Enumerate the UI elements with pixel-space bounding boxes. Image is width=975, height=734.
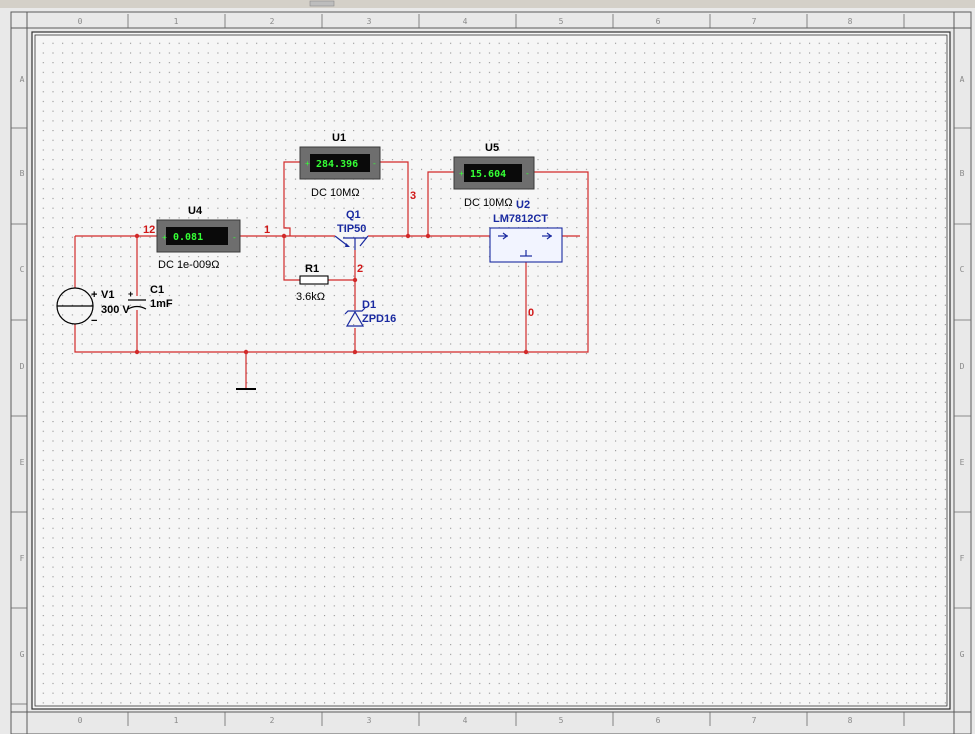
ruler-row-label: B [20,169,25,178]
u1-minus-terminal: - [372,159,377,168]
ruler-col-label: 1 [174,17,179,26]
net-label-3: 3 [410,190,416,202]
r1-resistor[interactable] [299,275,329,285]
u5-reading: 15.604 [470,169,506,180]
v1-ref-label: V1 [101,289,114,301]
schematic-sheet[interactable]: 0 1 2 3 4 5 6 7 8 0 1 2 3 4 5 6 7 8 A B … [0,0,975,734]
ruler-row-label: E [20,458,25,467]
r1-value-label: 3.6kΩ [296,291,325,303]
u5-minus-terminal: - [525,169,530,178]
c1-plus-sign: + [128,289,133,299]
dot-grid [36,36,946,705]
ruler-col-label: 3 [367,17,372,26]
ruler-row-label: C [20,265,25,274]
u2-ref-label: U2 [516,199,530,211]
u1-ref-label: U1 [332,132,346,144]
r1-ref-label: R1 [305,263,319,275]
ruler-col-label: 2 [270,17,275,26]
ruler-col-label: 0 [78,716,83,725]
ruler-col-label: 8 [848,716,853,725]
net-label-12: 12 [143,224,155,236]
u4-minus-terminal: - [232,233,237,242]
ruler-col-label: 5 [559,716,564,725]
u1-reading: 284.396 [316,159,358,170]
ruler-row-label: A [960,75,965,84]
d1-part-label: ZPD16 [362,313,396,325]
ruler-row-label: C [960,265,965,274]
net-label-0: 0 [528,307,534,319]
ruler-col-label: 4 [463,17,468,26]
u4-reading: 0.081 [173,232,203,243]
ruler-col-label: 6 [656,716,661,725]
ruler-col-label: 4 [463,716,468,725]
ruler-row-label: E [960,458,965,467]
ruler-col-label: 6 [656,17,661,26]
v1-minus-sign: − [91,315,97,327]
u1-mode-label: DC 10MΩ [311,187,360,199]
ruler-row-label: B [960,169,965,178]
ruler-row-label: D [20,362,25,371]
u4-plus-terminal: + [162,233,167,242]
ruler-row-label: D [960,362,965,371]
u5-plus-terminal: + [459,169,464,178]
u4-ref-label: U4 [188,205,203,217]
ruler-col-label: 3 [367,716,372,725]
ruler-col-label: 5 [559,17,564,26]
ruler-row-label: F [20,554,25,563]
v1-value-label: 300 V [101,304,130,316]
u2-part-label: LM7812CT [493,213,548,225]
ruler-row-label: G [20,650,25,659]
net-label-2: 2 [357,263,363,275]
u5-ref-label: U5 [485,142,499,154]
ruler-col-label: 1 [174,716,179,725]
ruler-row-label: F [960,554,965,563]
c1-ref-label: C1 [150,284,164,296]
ruler-col-label: 7 [752,716,757,725]
u5-mode-label: DC 10MΩ [464,197,513,209]
ruler-row-label: G [960,650,965,659]
ruler-col-label: 7 [752,17,757,26]
c1-value-label: 1mF [150,298,173,310]
top-scrollbar[interactable] [0,0,975,8]
ruler-col-label: 0 [78,17,83,26]
ruler-col-label: 2 [270,716,275,725]
u4-mode-label: DC 1e-009Ω [158,259,219,271]
ruler-col-label: 8 [848,17,853,26]
q1-part-label: TIP50 [337,223,366,235]
ruler-row-label: A [20,75,25,84]
u2-voltage-regulator[interactable] [489,227,563,263]
u1-plus-terminal: + [305,159,310,168]
schematic-workspace[interactable]: 0 1 2 3 4 5 6 7 8 0 1 2 3 4 5 6 7 8 A B … [0,0,975,734]
q1-ref-label: Q1 [346,209,361,221]
v1-plus-sign: + [91,289,97,301]
net-label-1: 1 [264,224,270,236]
